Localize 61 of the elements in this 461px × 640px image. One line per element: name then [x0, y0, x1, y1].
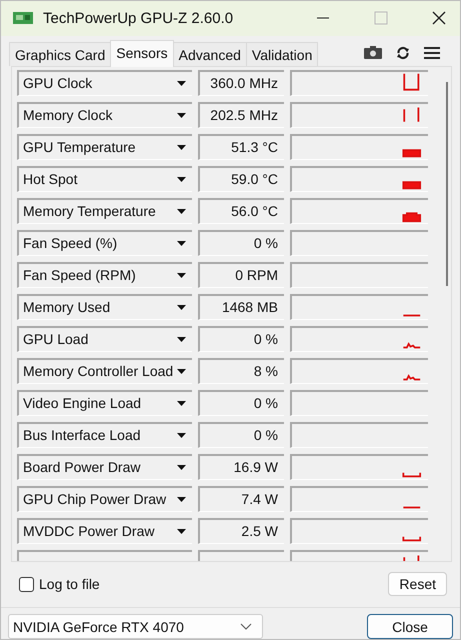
- sensor-select[interactable]: GPU Clock: [17, 70, 192, 96]
- tab[interactable]: Validation: [246, 42, 318, 66]
- sensor-select[interactable]: GPU Temperature: [17, 134, 192, 160]
- sensor-select[interactable]: Memory Used: [17, 294, 192, 320]
- sensor-value: 202.5 MHz: [198, 102, 284, 128]
- close-button[interactable]: Close: [367, 614, 453, 639]
- sensor-select[interactable]: MVDDC Power Draw: [17, 518, 192, 544]
- menu-icon[interactable]: [424, 46, 440, 60]
- sensor-select[interactable]: GPU Chip Power Draw: [17, 486, 192, 512]
- sensor-select[interactable]: Hot Spot: [17, 166, 192, 192]
- sensor-select[interactable]: Fan Speed (%): [17, 230, 192, 256]
- dropdown-arrow-icon: [177, 176, 186, 182]
- window-title: TechPowerUp GPU-Z 2.60.0: [43, 10, 234, 27]
- sensor-value: 56.0 °C: [198, 198, 284, 224]
- dropdown-arrow-icon: [177, 496, 186, 502]
- sensor-value: 59.0 °C: [198, 166, 284, 192]
- refresh-icon[interactable]: [396, 46, 410, 60]
- sensor-value: 8 %: [198, 358, 284, 384]
- sensor-select[interactable]: Memory Temperature: [17, 198, 192, 224]
- log-to-file-checkbox[interactable]: Log to file: [19, 576, 100, 592]
- reset-button[interactable]: Reset: [388, 572, 447, 596]
- dropdown-arrow-icon: [177, 144, 186, 150]
- dropdown-arrow-icon: [177, 432, 186, 438]
- sensor-value: 0 %: [198, 326, 284, 352]
- sensor-select[interactable]: Memory Controller Load: [17, 358, 192, 384]
- dropdown-arrow-icon: [177, 208, 186, 214]
- sensor-select[interactable]: Fan Speed (RPM): [17, 262, 192, 288]
- sensor-select[interactable]: Board Power Draw: [17, 454, 192, 480]
- sensor-value: 7.4 W: [198, 486, 284, 512]
- tab[interactable]: Advanced: [172, 42, 247, 66]
- camera-icon[interactable]: [364, 46, 382, 60]
- dropdown-arrow-icon: [177, 400, 186, 406]
- chevron-down-icon: [240, 623, 252, 630]
- dropdown-arrow-icon: [177, 528, 186, 534]
- dropdown-arrow-icon: [177, 336, 186, 342]
- dropdown-arrow-icon: [177, 80, 186, 86]
- tab[interactable]: Graphics Card: [9, 42, 112, 66]
- sensor-select[interactable]: Video Engine Load: [17, 390, 192, 416]
- graphics-card-icon: [13, 11, 33, 26]
- dropdown-arrow-icon: [177, 112, 186, 118]
- sensor-select[interactable]: Memory Clock: [17, 102, 192, 128]
- dropdown-arrow-icon: [177, 304, 186, 310]
- tab[interactable]: Sensors: [110, 40, 174, 67]
- sensor-value: 2.5 W: [198, 518, 284, 544]
- sensor-value: 0 %: [198, 422, 284, 448]
- sensor-value: 0 %: [198, 390, 284, 416]
- sensor-value: 360.0 MHz: [198, 70, 284, 96]
- sensor-value: 0 %: [198, 230, 284, 256]
- scrollbar[interactable]: [445, 82, 449, 286]
- sensor-value: 1468 MB: [198, 294, 284, 320]
- dropdown-arrow-icon: [177, 368, 186, 374]
- sensor-value: 0 RPM: [198, 262, 284, 288]
- sensor-value: 16.9 W: [198, 454, 284, 480]
- dropdown-arrow-icon: [177, 240, 186, 246]
- dropdown-arrow-icon: [177, 272, 186, 278]
- sensor-select[interactable]: GPU Load: [17, 326, 192, 352]
- close-icon[interactable]: [432, 11, 446, 26]
- dropdown-arrow-icon: [177, 464, 186, 470]
- sensor-select[interactable]: Bus Interface Load: [17, 422, 192, 448]
- gpu-select[interactable]: NVIDIA GeForce RTX 4070: [8, 614, 263, 639]
- sensor-value: 51.3 °C: [198, 134, 284, 160]
